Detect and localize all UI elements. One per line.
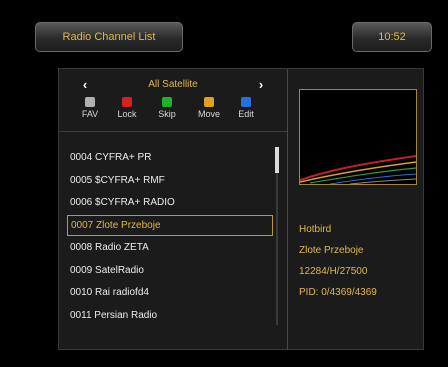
- scrollbar-track[interactable]: [276, 147, 278, 325]
- clock-bar: 10:52: [352, 22, 432, 52]
- skip-key[interactable]: Skip: [150, 97, 184, 119]
- chevron-right-icon[interactable]: ›: [255, 77, 267, 92]
- color-key-legend: FAV Lock Skip Move Edit: [59, 97, 287, 123]
- move-key-label: Move: [197, 109, 220, 119]
- column-divider: [287, 69, 288, 349]
- signal-preview-image: [300, 90, 416, 184]
- title-bar: Radio Channel List: [35, 22, 183, 52]
- satellite-label: All Satellite: [148, 78, 198, 90]
- yellow-key-icon: [204, 97, 214, 107]
- channel-item[interactable]: 0005 $CYFRA+ RMF: [67, 170, 273, 191]
- blue-key-icon: [241, 97, 251, 107]
- satellite-selector[interactable]: ‹ All Satellite ›: [59, 75, 287, 93]
- channel-item-selected[interactable]: 0007 Zlote Przeboje: [67, 214, 273, 236]
- info-pid: PID: 0/4369/4369: [299, 287, 377, 298]
- channel-list-column: ‹ All Satellite › FAV Lock Skip Move Edi…: [59, 69, 287, 349]
- divider: [59, 131, 287, 132]
- page-title: Radio Channel List: [62, 31, 156, 43]
- lock-key-label: Lock: [117, 109, 137, 119]
- channel-list: 0004 CYFRA+ PR 0005 $CYFRA+ RMF 0006 $CY…: [67, 147, 273, 327]
- edit-key[interactable]: Edit: [229, 97, 263, 119]
- grey-key-icon: [85, 97, 95, 107]
- channel-item[interactable]: 0008 Radio ZETA: [67, 237, 273, 258]
- skip-key-label: Skip: [158, 109, 176, 119]
- clock-time: 10:52: [378, 31, 406, 43]
- channel-item[interactable]: 0011 Persian Radio: [67, 305, 273, 326]
- channel-list-panel: ‹ All Satellite › FAV Lock Skip Move Edi…: [58, 68, 424, 350]
- info-channel-name: Zlote Przeboje: [299, 245, 364, 256]
- preview-window: [299, 89, 417, 185]
- green-key-icon: [162, 97, 172, 107]
- channel-item[interactable]: 0006 $CYFRA+ RADIO: [67, 192, 273, 213]
- fav-key[interactable]: FAV: [73, 97, 107, 119]
- chevron-left-icon[interactable]: ‹: [79, 77, 91, 92]
- channel-item[interactable]: 0010 Rai radiofd4: [67, 282, 273, 303]
- move-key[interactable]: Move: [192, 97, 226, 119]
- red-key-icon: [122, 97, 132, 107]
- channel-item[interactable]: 0004 CYFRA+ PR: [67, 147, 273, 168]
- channel-item[interactable]: 0009 SatelRadio: [67, 260, 273, 281]
- info-transponder: 12284/H/27500: [299, 266, 368, 277]
- edit-key-label: Edit: [238, 109, 254, 119]
- lock-key[interactable]: Lock: [110, 97, 144, 119]
- info-satellite: Hotbird: [299, 224, 332, 235]
- scrollbar-thumb[interactable]: [275, 147, 279, 173]
- fav-key-label: FAV: [81, 109, 99, 119]
- channel-info: Hotbird Zlote Przeboje 12284/H/27500 PID…: [299, 219, 419, 303]
